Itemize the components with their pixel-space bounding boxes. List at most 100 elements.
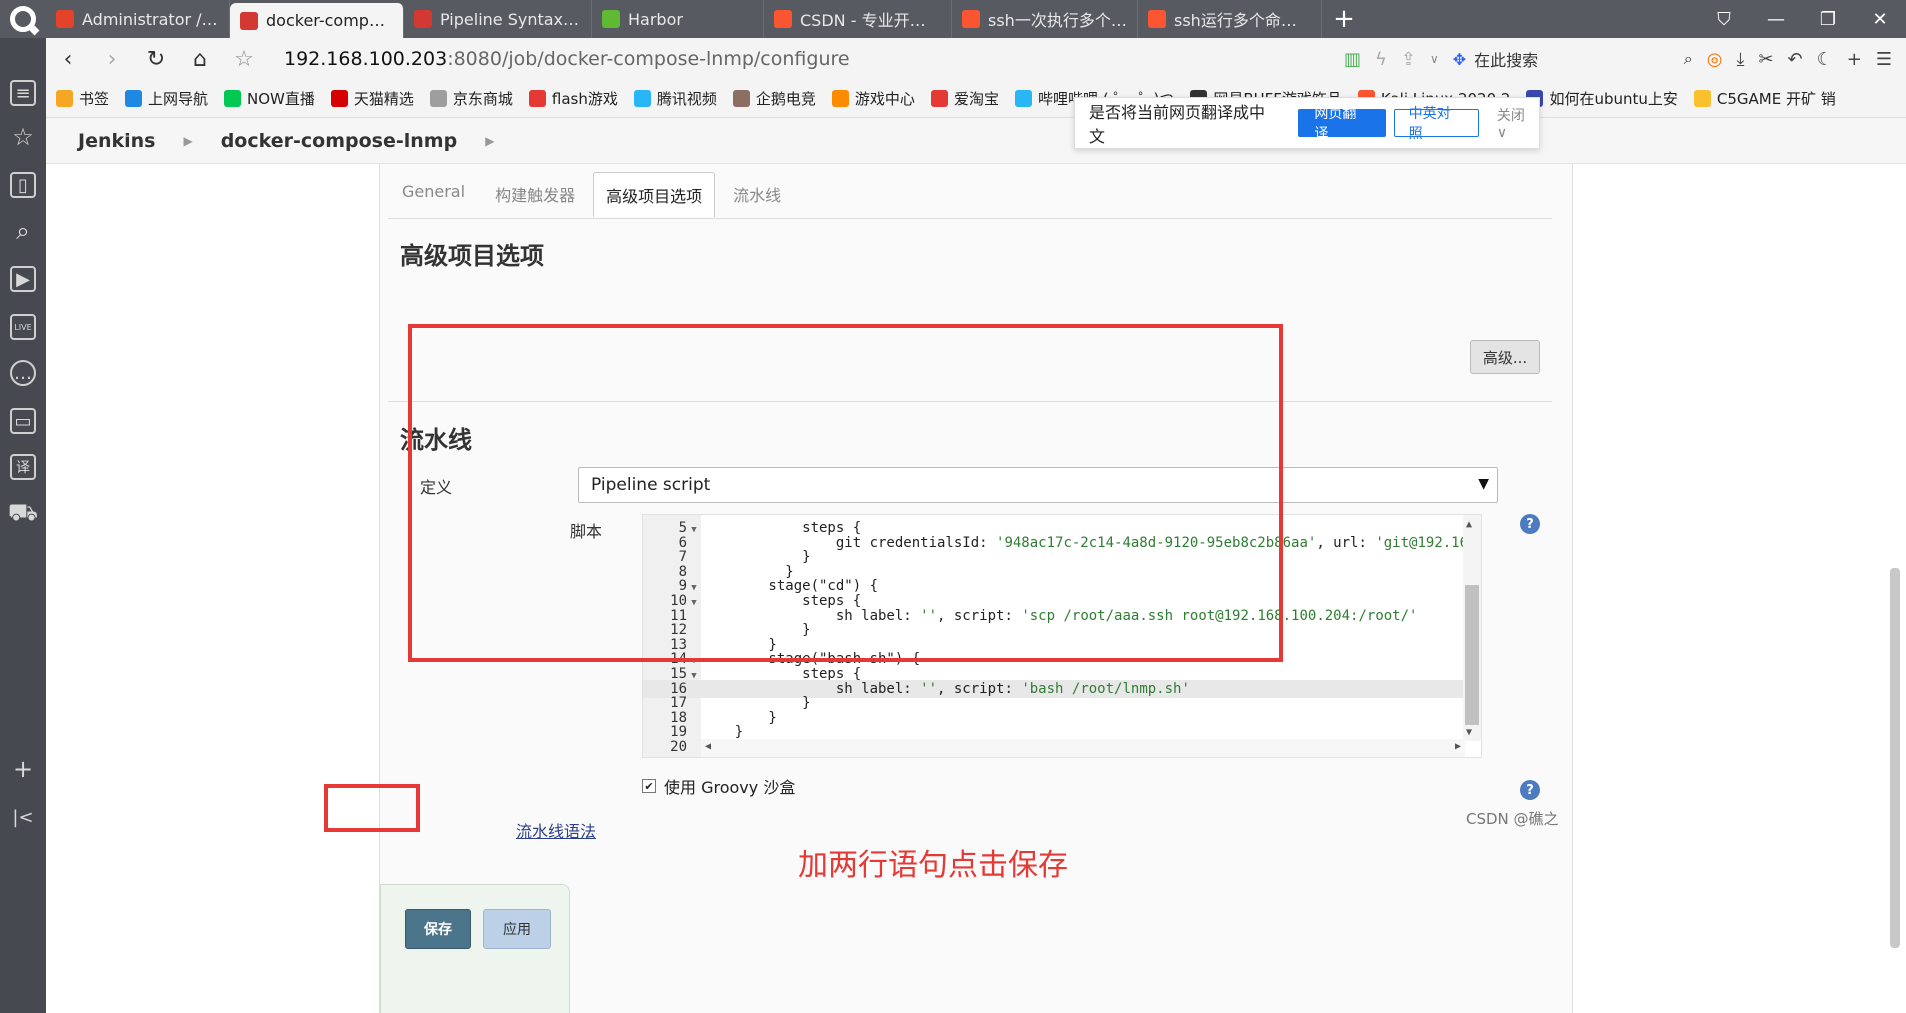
browser-tab-strip: Administrator / lnmp · docker-compose-lnm…: [0, 0, 1906, 38]
briefcase-icon[interactable]: ▭: [10, 408, 36, 434]
groovy-sandbox-checkbox[interactable]: ✔: [642, 779, 656, 793]
dropdown-caret-icon: ▼: [1478, 476, 1489, 492]
bookmark-item[interactable]: flash游戏: [528, 88, 618, 109]
bookmark-item[interactable]: NOW直播: [224, 88, 315, 109]
star-favorites-icon[interactable]: ☆: [10, 123, 36, 151]
browser-tab-label: CSDN - 专业开发者社区: [800, 11, 941, 30]
translate-icon[interactable]: 译: [10, 454, 36, 480]
help-icon[interactable]: ?: [1520, 780, 1540, 800]
reader-mode-icon[interactable]: ▥: [1344, 49, 1361, 70]
config-tabs: General 构建触发器 高级项目选项 流水线: [390, 172, 793, 217]
forward-arrow-icon[interactable]: ›: [90, 47, 134, 72]
browser-logo-icon[interactable]: [0, 0, 46, 38]
bookmark-star-icon: [56, 90, 73, 107]
translate-page-button[interactable]: 网页翻译: [1298, 106, 1386, 142]
minimize-button[interactable]: —: [1750, 0, 1802, 38]
scroll-right-icon[interactable]: ▶: [1455, 741, 1461, 752]
browser-tab[interactable]: docker-compose-lnmp: [230, 3, 404, 38]
browser-tab[interactable]: Harbor: [592, 0, 764, 38]
bookmark-label: 腾讯视频: [656, 90, 717, 108]
shirt-skin-icon[interactable]: ⛉: [1698, 0, 1750, 38]
live-icon[interactable]: LIVE: [10, 314, 36, 340]
bookmark-item[interactable]: 京东商城: [429, 88, 513, 109]
download-icon[interactable]: ⤓: [1736, 49, 1744, 70]
restore-button[interactable]: ❐: [1802, 0, 1854, 38]
browser-tab[interactable]: Pipeline Syntax: Snippe: [404, 0, 592, 38]
bookmark-label: 爱淘宝: [953, 90, 999, 108]
undo-icon[interactable]: ↶: [1788, 49, 1803, 70]
bookmark-item[interactable]: 上网导航: [125, 88, 208, 109]
night-mode-icon[interactable]: ☾: [1817, 49, 1833, 70]
browser-tab-label: Pipeline Syntax: Snippe: [440, 9, 581, 29]
apply-button[interactable]: 应用: [483, 909, 551, 949]
url-field[interactable]: 192.168.100.203:8080/job/docker-compose-…: [284, 48, 1144, 70]
save-button[interactable]: 保存: [405, 909, 471, 949]
close-window-button[interactable]: ✕: [1854, 0, 1906, 38]
bookmark-label: 书签: [79, 90, 110, 108]
editor-horizontal-scrollbar[interactable]: ◀ ▶: [701, 739, 1465, 757]
search-box[interactable]: ✥ 在此搜索 ⌕: [1453, 47, 1693, 71]
page-scrollbar[interactable]: [1890, 568, 1900, 948]
gamepad-icon[interactable]: ◎: [1707, 49, 1723, 70]
config-tab[interactable]: 高级项目选项: [593, 172, 716, 217]
bookmark-label: NOW直播: [247, 90, 315, 108]
chevron-down-icon[interactable]: ∨: [1430, 52, 1439, 66]
home-icon[interactable]: ⌂: [178, 47, 222, 72]
reader-book-icon[interactable]: ▯: [10, 172, 36, 198]
bookmark-item[interactable]: 游戏中心: [831, 88, 915, 109]
bookmark-item[interactable]: 如何在ubuntu上安: [1526, 88, 1678, 109]
breadcrumb-job[interactable]: docker-compose-lnmp: [221, 130, 457, 152]
config-tab[interactable]: 构建触发器: [483, 172, 587, 217]
reload-icon[interactable]: ↻: [134, 47, 178, 72]
search-icon[interactable]: ⌕: [10, 217, 36, 245]
search-icon[interactable]: ⌕: [1684, 49, 1693, 69]
search-input[interactable]: 在此搜索: [1474, 47, 1538, 71]
bookmark-item[interactable]: 企鹅电竞: [732, 88, 816, 109]
browser-tab[interactable]: CSDN - 专业开发者社区: [764, 0, 952, 38]
breadcrumb-jenkins[interactable]: Jenkins: [78, 130, 155, 152]
bookmark-item[interactable]: C5GAME 开矿 销: [1693, 88, 1836, 109]
menu-icon[interactable]: ☰: [1876, 49, 1892, 70]
site-favicon-icon: [1014, 90, 1032, 107]
collapse-sidebar-icon[interactable]: |<: [10, 804, 36, 830]
pipeline-syntax-link[interactable]: 流水线语法: [516, 818, 596, 842]
scroll-left-icon[interactable]: ◀: [705, 741, 711, 752]
bookmark-item[interactable]: 腾讯视频: [633, 88, 717, 109]
save-highlight-box: [324, 784, 420, 832]
site-favicon-icon: [732, 90, 750, 107]
scroll-down-icon[interactable]: ▼: [1466, 727, 1472, 738]
bookmark-item[interactable]: 爱淘宝: [930, 88, 999, 109]
add-sidebar-icon[interactable]: +: [10, 755, 36, 783]
close-translate-button[interactable]: 关闭 ∨: [1497, 105, 1539, 141]
advanced-section-title: 高级项目选项: [400, 242, 544, 270]
editor-vertical-scrollbar[interactable]: ▲ ▼: [1463, 515, 1481, 741]
bookmark-star-icon[interactable]: ☆: [222, 47, 266, 72]
button-bar: 保存 应用: [380, 884, 570, 1013]
add-icon[interactable]: +: [1847, 49, 1862, 70]
bookmark-item[interactable]: 书签: [56, 88, 109, 109]
browser-tab[interactable]: ssh运行多个命令的简洁: [1138, 0, 1322, 38]
site-favicon-icon: [429, 90, 447, 107]
back-arrow-icon[interactable]: ‹: [46, 47, 90, 72]
config-tab[interactable]: 流水线: [721, 172, 793, 217]
config-tab[interactable]: General: [390, 172, 477, 217]
chat-icon[interactable]: …: [10, 360, 36, 386]
browser-tab[interactable]: ssh一次执行多个命令- C: [952, 0, 1138, 38]
bookmark-label: 天猫精选: [353, 90, 414, 108]
scroll-up-icon[interactable]: ▲: [1466, 519, 1472, 530]
scissors-icon[interactable]: ✂: [1758, 49, 1773, 70]
lightning-icon[interactable]: ϟ: [1375, 49, 1387, 70]
bookmark-item[interactable]: 天猫精选: [330, 88, 414, 109]
new-tab-button[interactable]: +: [1322, 0, 1366, 38]
share-icon[interactable]: ⇪: [1401, 49, 1416, 70]
bilingual-button[interactable]: 中英对照: [1393, 106, 1479, 142]
video-icon[interactable]: ▶: [10, 266, 36, 292]
jenkins-icon: [414, 10, 432, 28]
browser-tab[interactable]: Administrator / lnmp ·: [46, 0, 230, 38]
notes-icon[interactable]: ≡: [10, 80, 36, 106]
help-icon[interactable]: ?: [1520, 514, 1540, 534]
scroll-thumb[interactable]: [1465, 585, 1479, 725]
cart-icon[interactable]: ⛟: [8, 498, 38, 526]
url-host: 192.168.100.203: [284, 48, 448, 70]
advanced-button[interactable]: 高级...: [1470, 340, 1540, 374]
